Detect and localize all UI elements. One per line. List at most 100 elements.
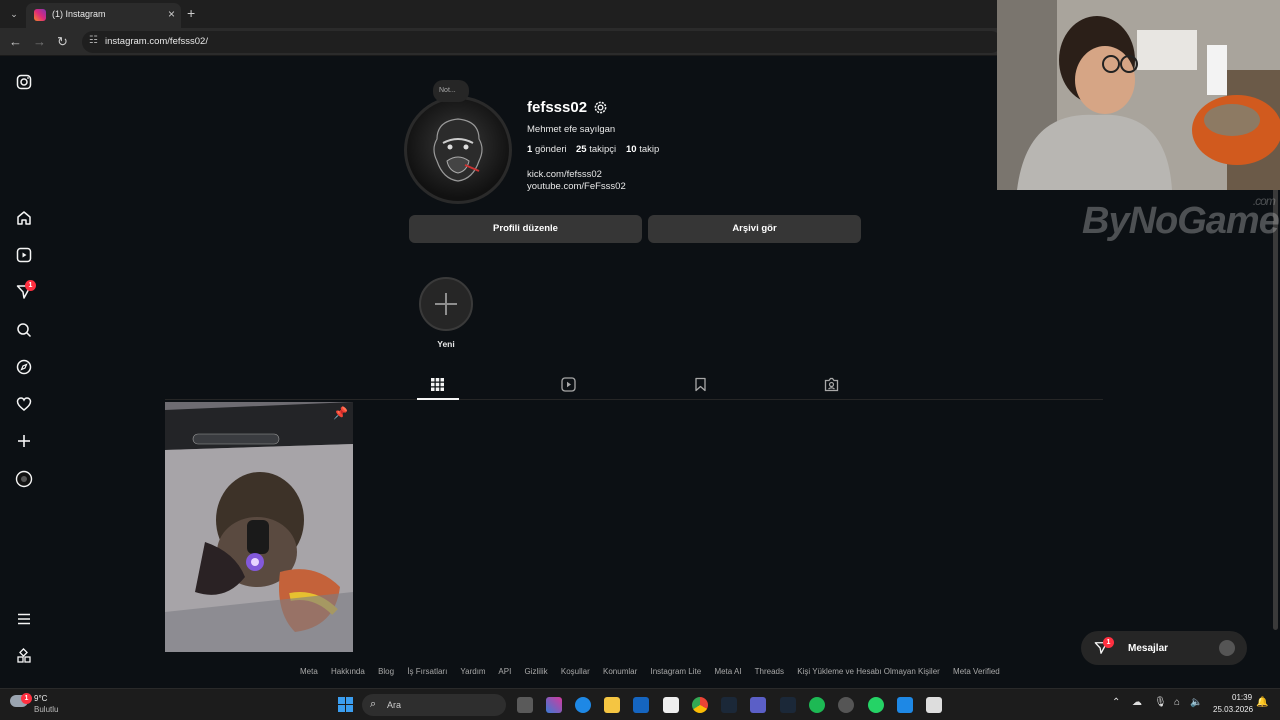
steam-icon[interactable] <box>721 697 737 713</box>
chrome-icon[interactable] <box>692 697 708 713</box>
taskbar-search-label: Ara <box>387 700 402 710</box>
back-icon[interactable]: ← <box>9 34 22 49</box>
new-tab-icon[interactable]: + <box>187 5 195 21</box>
reload-icon[interactable]: ↻ <box>57 34 68 50</box>
avatar[interactable] <box>407 99 509 201</box>
footer-link[interactable]: Blog <box>378 667 394 676</box>
edge-icon[interactable] <box>575 697 591 713</box>
profile-icon[interactable] <box>14 469 34 489</box>
tabs-divider <box>165 399 1103 400</box>
footer-link[interactable]: API <box>498 667 511 676</box>
photos-icon[interactable] <box>897 697 913 713</box>
task-view-icon[interactable] <box>517 697 533 713</box>
note-bubble[interactable]: Not... <box>433 80 469 102</box>
store-icon[interactable] <box>663 697 679 713</box>
app-icon[interactable] <box>838 697 854 713</box>
clock-time[interactable]: 01:39 <box>1232 693 1252 702</box>
teams-icon[interactable] <box>750 697 766 713</box>
create-icon[interactable] <box>14 431 34 451</box>
instagram-logo-icon[interactable] <box>14 72 34 92</box>
volume-icon[interactable]: 🔈 <box>1190 697 1202 708</box>
network-icon[interactable]: ⌂ <box>1174 697 1180 708</box>
posts-label: gönderi <box>534 144 567 155</box>
spotify-icon[interactable] <box>809 697 825 713</box>
bynogame-watermark: ByNoGame .com <box>1082 194 1280 243</box>
menu-icon[interactable] <box>14 609 34 629</box>
footer-link[interactable]: Konumlar <box>603 667 637 676</box>
plus-icon <box>435 293 457 315</box>
footer-links: Meta Hakkında Blog İş Fırsatları Yardım … <box>300 667 1000 676</box>
meta-apps-icon[interactable] <box>14 646 34 666</box>
site-info-icon[interactable]: ☷ <box>89 35 98 46</box>
windows-start-icon[interactable] <box>338 697 353 717</box>
tab-active-indicator <box>417 398 459 400</box>
posts-stat: 1 gönderi <box>527 144 567 155</box>
steam-alt-icon[interactable] <box>780 697 796 713</box>
bio-link-kick[interactable]: kick.com/fefsss02 <box>527 169 602 180</box>
weather-badge: 1 <box>21 693 32 704</box>
followers-stat[interactable]: 25 takipçi <box>576 144 616 155</box>
edit-profile-button[interactable]: Profili düzenle <box>409 215 642 243</box>
messages-avatar <box>1219 640 1235 656</box>
bio-link-youtube[interactable]: youtube.com/FeFsss02 <box>527 181 626 192</box>
saved-tab-icon[interactable] <box>693 377 709 393</box>
file-explorer-icon[interactable] <box>604 697 620 713</box>
notification-bell-icon[interactable]: 🔔 <box>1256 697 1268 708</box>
footer-link[interactable]: Yardım <box>460 667 485 676</box>
tab-search-dropdown-icon[interactable]: ⌄ <box>6 6 22 22</box>
footer-link[interactable]: Koşullar <box>561 667 590 676</box>
home-icon[interactable] <box>14 208 34 228</box>
view-archive-button[interactable]: Arşivi gör <box>648 215 861 243</box>
whatsapp-icon[interactable] <box>868 697 884 713</box>
followers-label: takipçi <box>589 144 617 155</box>
post-photo-image <box>165 402 353 652</box>
calculator-icon[interactable] <box>926 697 942 713</box>
messages-button[interactable]: 1 Mesajlar <box>1081 631 1247 665</box>
instagram-favicon-icon <box>34 9 46 21</box>
gorilla-avatar-image <box>433 118 483 182</box>
footer-link[interactable]: Kişi Yükleme ve Hesabı Olmayan Kişiler <box>797 667 940 676</box>
tab-close-icon[interactable]: × <box>168 7 175 21</box>
search-icon: ⌕ <box>370 698 377 710</box>
following-stat[interactable]: 10 takip <box>626 144 659 155</box>
messages-icon[interactable]: 1 <box>14 280 36 302</box>
microphone-icon[interactable]: 🎙 <box>1154 697 1167 708</box>
tagged-tab-icon[interactable] <box>824 377 840 393</box>
browser-tab-instagram[interactable]: (1) Instagram × <box>26 3 181 28</box>
messages-badge: 1 <box>1103 637 1114 648</box>
outlook-icon[interactable] <box>633 697 649 713</box>
footer-link[interactable]: Threads <box>755 667 784 676</box>
posts-grid-tab-icon[interactable] <box>430 377 446 393</box>
following-count: 10 <box>626 144 637 155</box>
forward-icon[interactable]: → <box>33 34 46 49</box>
followers-count: 25 <box>576 144 587 155</box>
footer-link[interactable]: Meta Verified <box>953 667 1000 676</box>
footer-link[interactable]: İş Fırsatları <box>407 667 447 676</box>
reels-tab-icon[interactable] <box>561 377 577 393</box>
new-highlight-button[interactable] <box>419 277 473 331</box>
clock-date[interactable]: 25.03.2026 <box>1213 705 1253 714</box>
tray-cloud-icon[interactable]: ☁ <box>1132 697 1142 708</box>
weather-description: Bulutlu <box>34 705 59 714</box>
note-label: Not... <box>439 87 456 94</box>
footer-link[interactable]: Instagram Lite <box>651 667 702 676</box>
new-highlight-label: Yeni <box>437 339 455 349</box>
following-label: takip <box>639 144 660 155</box>
search-icon[interactable] <box>14 320 34 340</box>
explore-icon[interactable] <box>14 357 34 377</box>
tray-chevron-icon[interactable]: ⌃ <box>1112 697 1120 708</box>
settings-gear-icon[interactable] <box>593 100 608 120</box>
footer-link[interactable]: Hakkında <box>331 667 365 676</box>
copilot-icon[interactable] <box>546 697 562 713</box>
footer-link[interactable]: Meta <box>300 667 318 676</box>
footer-link[interactable]: Gizlilik <box>525 667 548 676</box>
windows-taskbar: 1 9°C Bulutlu ⌕ Ara ⌃ ☁ 🎙 ⌂ 🔈 01:39 25.0… <box>0 688 1280 720</box>
url-field[interactable]: ☷ instagram.com/fefsss02/ <box>82 31 1002 53</box>
notifications-icon[interactable] <box>14 394 34 414</box>
footer-link[interactable]: Meta AI <box>714 667 741 676</box>
watermark-brand: ByNoGame <box>1082 200 1280 242</box>
taskbar-search-field[interactable]: ⌕ Ara <box>362 694 506 716</box>
post-thumbnail[interactable]: 📌 <box>165 402 353 652</box>
reels-icon[interactable] <box>14 245 34 265</box>
notifications-badge: 1 <box>25 280 36 291</box>
